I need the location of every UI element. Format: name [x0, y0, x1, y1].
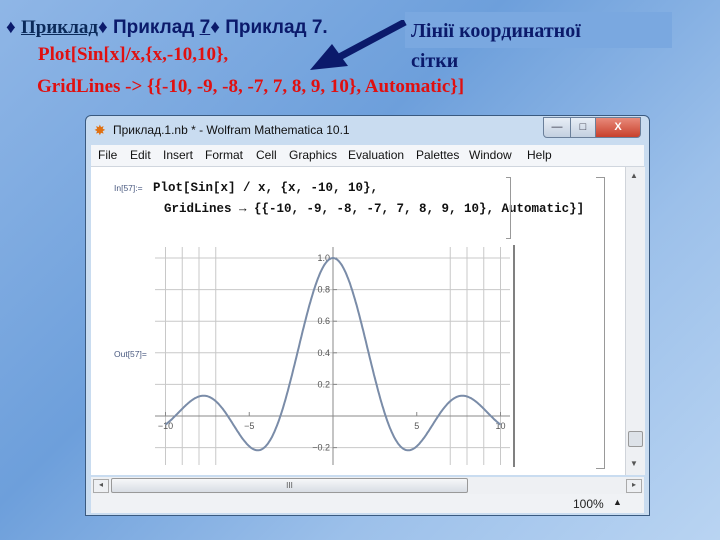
callout-text: Лінії координатної сітки	[411, 16, 581, 76]
y-tick-label: 0.2	[317, 379, 330, 389]
menu-palettes[interactable]: Palettes	[416, 148, 459, 162]
cell-bracket[interactable]	[506, 177, 511, 239]
horizontal-scrollbar[interactable]: ◂ III ▸	[91, 477, 644, 494]
scrollbar-thumb[interactable]	[628, 431, 643, 447]
status-bar: 100% ▲	[91, 494, 644, 513]
mathematica-icon: ✸	[94, 122, 106, 138]
input-line-2[interactable]: GridLines → {{-10, -9, -8, -7, 7, 8, 9, …	[164, 202, 584, 216]
menu-format[interactable]: Format	[205, 148, 243, 162]
output-label: Out[57]=	[114, 349, 147, 359]
vertical-scrollbar[interactable]: ▲ ▼	[625, 167, 645, 475]
zoom-menu-icon[interactable]: ▲	[613, 497, 622, 507]
x-tick-label: −10	[158, 421, 173, 431]
menu-bar: File Edit Insert Format Cell Graphics Ev…	[91, 145, 644, 167]
scroll-up-icon[interactable]: ▲	[630, 171, 638, 180]
menu-help[interactable]: Help	[527, 148, 552, 162]
scrollbar-thumb[interactable]: III	[111, 478, 468, 493]
menu-graphics[interactable]: Graphics	[289, 148, 337, 162]
y-tick-label: 0.4	[317, 348, 330, 358]
maximize-button[interactable]: □	[570, 117, 596, 138]
minimize-button[interactable]: —	[543, 117, 571, 138]
menu-edit[interactable]: Edit	[130, 148, 151, 162]
heading-link[interactable]: Приклад	[21, 17, 98, 38]
x-tick-label: 5	[414, 421, 419, 431]
menu-evaluation[interactable]: Evaluation	[348, 148, 404, 162]
heading-link-7[interactable]: 7	[200, 17, 211, 38]
code-line-1: Plot[Sin[x]/x,{x,-10,10},	[38, 44, 229, 65]
scroll-left-icon[interactable]: ◂	[93, 479, 109, 493]
menu-file[interactable]: File	[98, 148, 117, 162]
menu-cell[interactable]: Cell	[256, 148, 277, 162]
close-button[interactable]: X	[595, 117, 641, 138]
bullet: ♦	[6, 17, 21, 38]
cell-bracket-group[interactable]	[596, 177, 605, 469]
menu-window[interactable]: Window	[469, 148, 512, 162]
title-bar: ✸ Приклад.1.nb * - Wolfram Mathematica 1…	[86, 116, 649, 144]
scroll-down-icon[interactable]: ▼	[630, 459, 638, 468]
scroll-right-icon[interactable]: ▸	[626, 479, 642, 493]
heading-part: ♦ Приклад	[98, 17, 200, 38]
input-label: In[57]:=	[114, 183, 143, 193]
y-tick-label: −0.2	[312, 443, 330, 453]
arrow-icon	[310, 20, 407, 70]
x-tick-label: −5	[244, 421, 254, 431]
y-tick-label: 0.6	[317, 316, 330, 326]
slide-heading: ♦ Приклад♦ Приклад 7♦ Приклад 7.	[6, 17, 328, 39]
menu-insert[interactable]: Insert	[163, 148, 193, 162]
input-line-1[interactable]: Plot[Sin[x] / x, {x, -10, 10},	[153, 181, 378, 195]
plot-graphics[interactable]: −10 −5 5 101.00.80.60.40.2−0.2	[150, 245, 515, 467]
zoom-level[interactable]: 100%	[573, 497, 604, 511]
callout-line: Лінії координатної	[411, 20, 581, 42]
window-title: Приклад.1.nb * - Wolfram Mathematica 10.…	[113, 123, 350, 137]
y-tick-label: 0.8	[317, 285, 330, 295]
code-line-2: GridLines -> {{-10, -9, -8, -7, 7, 8, 9,…	[37, 76, 465, 97]
callout-line: сітки	[411, 50, 459, 72]
